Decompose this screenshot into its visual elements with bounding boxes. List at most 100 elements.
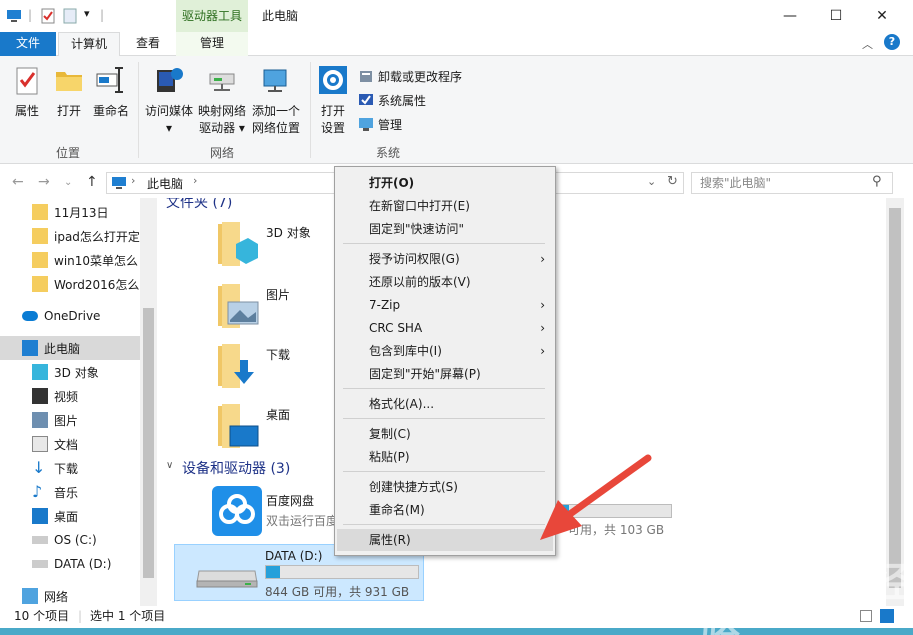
menu-separator [343, 418, 545, 419]
scrollbar-thumb[interactable] [889, 208, 901, 588]
rename-icon [96, 67, 123, 93]
drive-d-usage-bar [265, 565, 419, 579]
nav-item-label: 文档 [54, 437, 79, 452]
search-input[interactable]: 搜索"此电脑" [691, 172, 893, 194]
menu-item-give-access[interactable]: 授予访问权限(G) › [337, 248, 553, 270]
menu-item-format[interactable]: 格式化(A)... [337, 393, 553, 415]
properties-button[interactable]: 属性 [8, 64, 46, 120]
computer-icon [112, 177, 126, 189]
nav-item-quick-access[interactable]: Word2016怎么 [32, 272, 140, 296]
title-bar: | ▾ | 驱动器工具 此电脑 — ☐ ✕ [0, 0, 913, 32]
close-button[interactable]: ✕ [859, 0, 905, 32]
breadcrumb-chevron-icon[interactable]: › [131, 174, 135, 187]
drive-name: 百度网盘 [266, 494, 315, 508]
drive-icon [32, 536, 48, 544]
nav-item-label: 桌面 [54, 509, 79, 524]
nav-item-label: ipad怎么打开定 [54, 229, 140, 244]
system-properties-button[interactable]: 系统属性 [358, 90, 426, 110]
tab-file[interactable]: 文件 [0, 32, 56, 56]
computer-icon [22, 340, 38, 356]
network-drive-icon [209, 73, 235, 91]
tab-computer[interactable]: 计算机 [58, 32, 121, 57]
nav-item-this-pc[interactable]: 此电脑 [0, 336, 140, 360]
section-header-devices[interactable]: 设备和驱动器 (3) [182, 458, 290, 478]
tab-view[interactable]: 查看 [124, 32, 172, 56]
computer-icon [7, 10, 21, 22]
menu-separator [343, 243, 545, 244]
open-settings-label-2: 设置 [320, 121, 345, 135]
open-settings-label: 打开 [320, 104, 345, 118]
menu-item-open-new-window[interactable]: 在新窗口中打开(E) [337, 195, 553, 217]
access-media-button[interactable]: 访问媒体 ▾ [142, 64, 196, 137]
collapse-chevron-icon[interactable]: ∨ [166, 460, 173, 471]
submenu-arrow-icon: › [540, 321, 545, 335]
folder-name: 下载 [266, 348, 291, 362]
menu-item-pin-quick-access[interactable]: 固定到"快速访问" [337, 218, 553, 240]
customize-quick-access-icon[interactable]: ▾ [84, 7, 90, 20]
collapse-ribbon-icon[interactable]: ︿ [862, 36, 873, 52]
section-header-folders[interactable]: 文件夹 (7) [166, 198, 232, 212]
back-arrow-icon[interactable]: ← [12, 174, 24, 190]
properties-icon [16, 67, 38, 95]
nav-item-label: 下载 [54, 461, 79, 476]
folder-icon [32, 228, 48, 244]
folder-name: 3D 对象 [266, 226, 311, 240]
breadcrumb-item[interactable]: 此电脑 [147, 175, 183, 192]
forward-arrow-icon[interactable]: → [38, 174, 50, 190]
add-network-location-button[interactable]: 添加一个 网络位置 [250, 64, 302, 137]
group-separator [138, 62, 139, 158]
maximize-button[interactable]: ☐ [813, 0, 859, 32]
menu-item-label: 7-Zip [369, 298, 401, 312]
map-drive-label-2: 驱动器 ▾ [199, 121, 245, 135]
manage-button[interactable]: 管理 [358, 114, 402, 134]
menu-item-paste[interactable]: 粘贴(P) [337, 446, 553, 468]
nav-item-label: DATA (D:) [54, 557, 112, 571]
menu-item-7zip[interactable]: 7-Zip › [337, 294, 553, 316]
minimize-button[interactable]: — [767, 0, 813, 32]
up-arrow-icon[interactable]: ↑ [86, 174, 98, 190]
menu-item-label: 包含到库中(I) [369, 344, 442, 358]
scrollbar-thumb[interactable] [143, 308, 154, 578]
refresh-icon[interactable]: ↻ [667, 174, 678, 189]
content-scrollbar[interactable] [886, 198, 904, 608]
menu-item-create-shortcut[interactable]: 创建快捷方式(S) [337, 476, 553, 498]
breadcrumb-chevron-icon[interactable]: › [193, 174, 197, 187]
uninstall-label: 卸载或更改程序 [378, 69, 463, 84]
drive-name: DATA (D:) [265, 549, 323, 563]
nav-item-quick-access[interactable]: win10菜单怎么 [32, 248, 140, 272]
menu-item-include-library[interactable]: 包含到库中(I) › [337, 340, 553, 362]
menu-item-crc-sha[interactable]: CRC SHA › [337, 317, 553, 339]
access-media-label: 访问媒体 [144, 104, 193, 118]
menu-item-pin-start[interactable]: 固定到"开始"屏幕(P) [337, 363, 553, 385]
menu-item-open[interactable]: 打开(O) [337, 172, 553, 194]
help-icon[interactable]: ? [884, 34, 900, 50]
map-network-drive-button[interactable]: 映射网络 驱动器 ▾ [196, 64, 248, 137]
tab-manage[interactable]: 管理 [176, 32, 248, 56]
drive-d-free-text: 844 GB 可用，共 931 GB [265, 585, 410, 599]
item-count: 10 个项目 [14, 609, 70, 623]
context-menu: 打开(O) 在新窗口中打开(E) 固定到"快速访问" 授予访问权限(G) › 还原… [334, 166, 556, 556]
new-folder-quick-icon[interactable] [62, 8, 78, 24]
menu-separator [343, 471, 545, 472]
open-button[interactable]: 打开 [50, 64, 88, 120]
submenu-arrow-icon: › [540, 252, 545, 266]
folder-name: 桌面 [266, 408, 291, 422]
rename-button[interactable]: 重命名 [90, 64, 132, 120]
network-icon [22, 588, 38, 604]
recent-locations-icon[interactable]: ⌄ [64, 177, 72, 188]
download-arrow-icon: ↓ [32, 458, 46, 477]
properties-quick-icon[interactable] [40, 8, 56, 24]
uninstall-programs-button[interactable]: 卸载或更改程序 [358, 66, 462, 86]
search-icon[interactable]: ⚲ [872, 174, 882, 189]
selected-count: 选中 1 个项目 [90, 609, 166, 623]
nav-scrollbar[interactable] [140, 198, 157, 608]
nav-item-quick-access[interactable]: ipad怎么打开定 [32, 224, 140, 248]
menu-item-copy[interactable]: 复制(C) [337, 423, 553, 445]
menu-item-restore-versions[interactable]: 还原以前的版本(V) [337, 271, 553, 293]
menu-item-properties[interactable]: 属性(R) [337, 529, 553, 551]
baidu-watermark-url: jingyan.baidu.com [704, 592, 843, 610]
open-settings-button[interactable]: 打开 设置 [314, 64, 352, 137]
address-dropdown-icon[interactable]: ⌄ [647, 175, 656, 188]
uninstall-icon [360, 71, 372, 82]
menu-item-rename[interactable]: 重命名(M) [337, 499, 553, 521]
